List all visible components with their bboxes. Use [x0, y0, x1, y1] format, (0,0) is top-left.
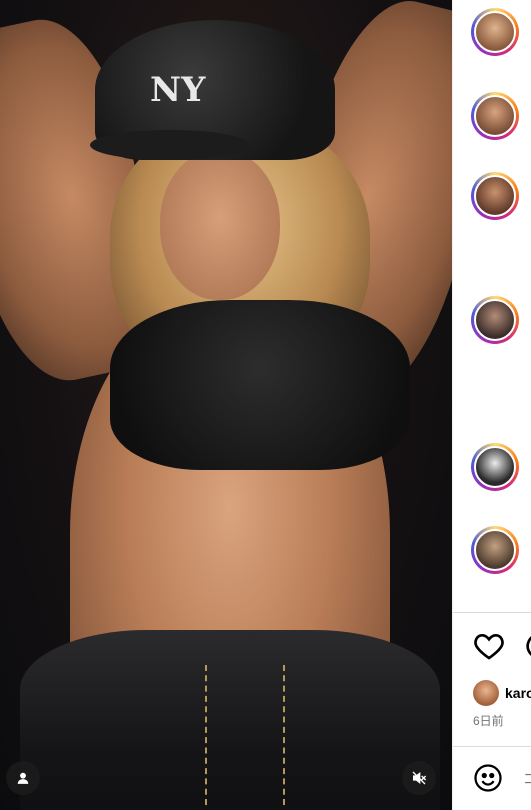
- owner-username[interactable]: karo: [505, 685, 531, 701]
- photo-region-lacing: [205, 665, 285, 805]
- commenter-avatar-5[interactable]: [471, 443, 519, 491]
- comment-input[interactable]: コ: [523, 769, 531, 789]
- tagged-users-button[interactable]: [6, 761, 40, 795]
- commenter-avatar-3[interactable]: [471, 172, 519, 220]
- mute-button[interactable]: [402, 761, 436, 795]
- avatar: [474, 299, 516, 341]
- commenter-avatar-6[interactable]: [471, 526, 519, 574]
- post-media[interactable]: NY: [0, 0, 452, 810]
- commenter-avatar-4[interactable]: [471, 296, 519, 344]
- owner-avatar[interactable]: [473, 680, 499, 706]
- user-icon: [17, 772, 29, 784]
- speaker-muted-icon: [412, 771, 427, 785]
- heart-icon[interactable]: [473, 630, 505, 662]
- comment-composer: コ: [453, 746, 531, 810]
- avatar: [474, 11, 516, 53]
- app-root: NY karo 6日前 コ: [0, 0, 531, 810]
- avatar: [474, 529, 516, 571]
- avatar: [474, 446, 516, 488]
- post-sidebar: karo 6日前 コ: [452, 0, 531, 810]
- post-timestamp[interactable]: 6日前: [473, 712, 504, 729]
- cap-logo: NY: [150, 70, 206, 110]
- post-actions: [453, 625, 531, 665]
- comments-thread: [453, 0, 531, 613]
- comment-icon[interactable]: [523, 630, 531, 662]
- photo-region-face: [160, 150, 280, 300]
- post-owner[interactable]: karo: [473, 680, 531, 706]
- photo-region-top: [110, 300, 410, 470]
- commenter-avatar-1[interactable]: [471, 8, 519, 56]
- commenter-avatar-2[interactable]: [471, 92, 519, 140]
- photo-region-cap-brim: [90, 130, 250, 160]
- avatar: [474, 95, 516, 137]
- emoji-icon[interactable]: [473, 763, 503, 793]
- avatar: [474, 175, 516, 217]
